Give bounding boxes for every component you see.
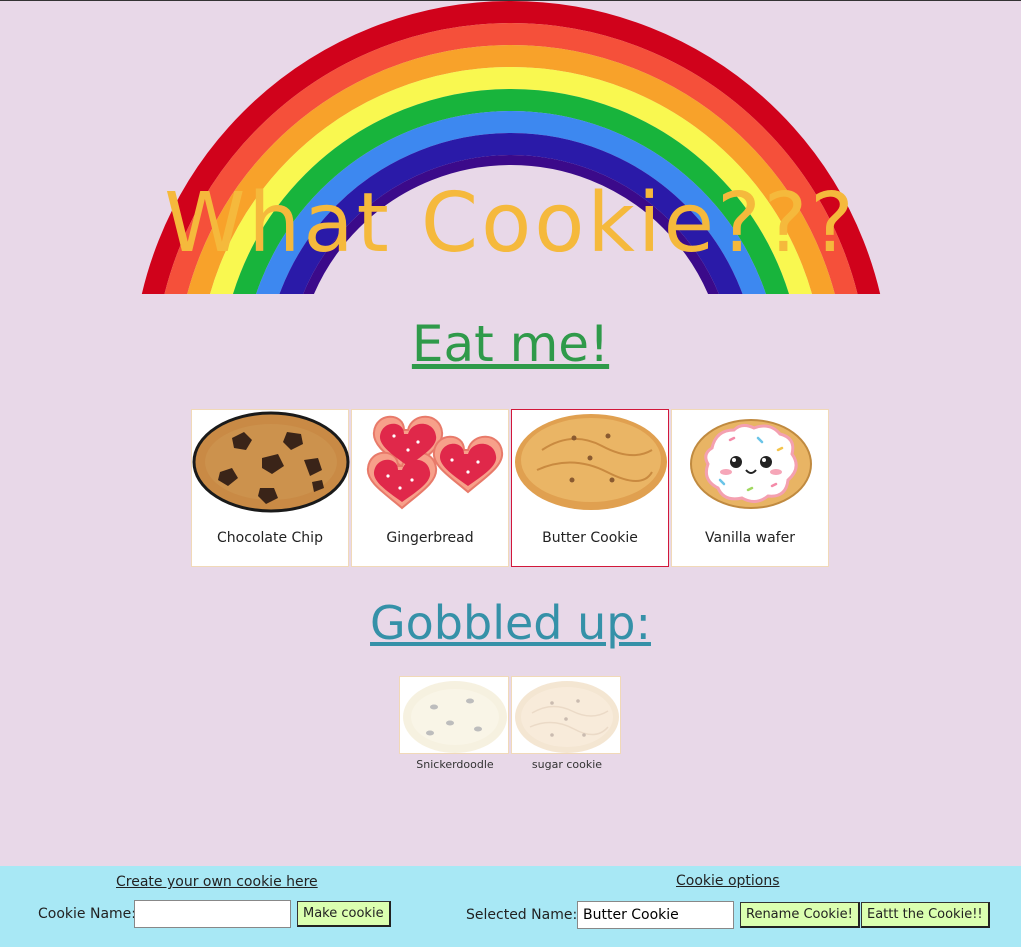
cookie-name-label: Chocolate Chip (217, 530, 323, 546)
cookie-card-butter-cookie[interactable]: Butter Cookie (511, 409, 669, 567)
cookie-list: Chocolate Chip Gingerbread Butter Cookie… (191, 409, 831, 567)
chocolate-chip-cookie-icon (192, 411, 350, 513)
eaten-cookie-thumb (511, 676, 621, 754)
cookie-name-label: Butter Cookie (542, 530, 638, 546)
cookie-name-label: Vanilla wafer (705, 530, 795, 546)
snickerdoodle-icon (403, 681, 507, 753)
butter-cookie-icon (515, 414, 667, 510)
cookie-name-input[interactable] (134, 900, 291, 928)
cookie-name-label: Cookie Name: (38, 906, 136, 922)
page-title: What Cookie??? (164, 176, 857, 271)
heart-cookies-icon (366, 415, 504, 510)
eaten-cookie-sugar-cookie: sugar cookie (511, 676, 623, 771)
eaten-cookie-snickerdoodle: Snickerdoodle (399, 676, 511, 771)
eaten-cookie-label: Snickerdoodle (416, 758, 494, 771)
eaten-cookie-thumb (399, 676, 509, 754)
cookie-card-vanilla-wafer[interactable]: Vanilla wafer (671, 409, 829, 567)
cookie-control-panel: Create your own cookie here Cookie Name:… (0, 866, 1021, 947)
rename-cookie-button[interactable]: Rename Cookie! (740, 902, 860, 928)
make-cookie-button[interactable]: Make cookie (297, 901, 391, 927)
frosted-cookie-icon (690, 419, 812, 509)
gobbled-up-header: Gobbled up: (370, 596, 651, 650)
eat-cookie-button[interactable]: Eattt the Cookie!! (861, 902, 990, 928)
cookie-card-gingerbread[interactable]: Gingerbread (351, 409, 509, 567)
cookie-card-chocolate-chip[interactable]: Chocolate Chip (191, 409, 350, 567)
cookie-name-label: Gingerbread (386, 530, 474, 546)
create-cookie-link[interactable]: Create your own cookie here (116, 874, 318, 890)
selected-name-input[interactable] (577, 901, 734, 929)
selected-name-label: Selected Name: (466, 907, 578, 923)
cookie-options-link[interactable]: Cookie options (676, 873, 780, 889)
eaten-cookie-list: Snickerdoodle sugar cookie (399, 676, 623, 771)
eat-me-header: Eat me! (411, 315, 610, 373)
sugar-cookie-icon (515, 681, 619, 753)
eaten-cookie-label: sugar cookie (531, 758, 603, 771)
